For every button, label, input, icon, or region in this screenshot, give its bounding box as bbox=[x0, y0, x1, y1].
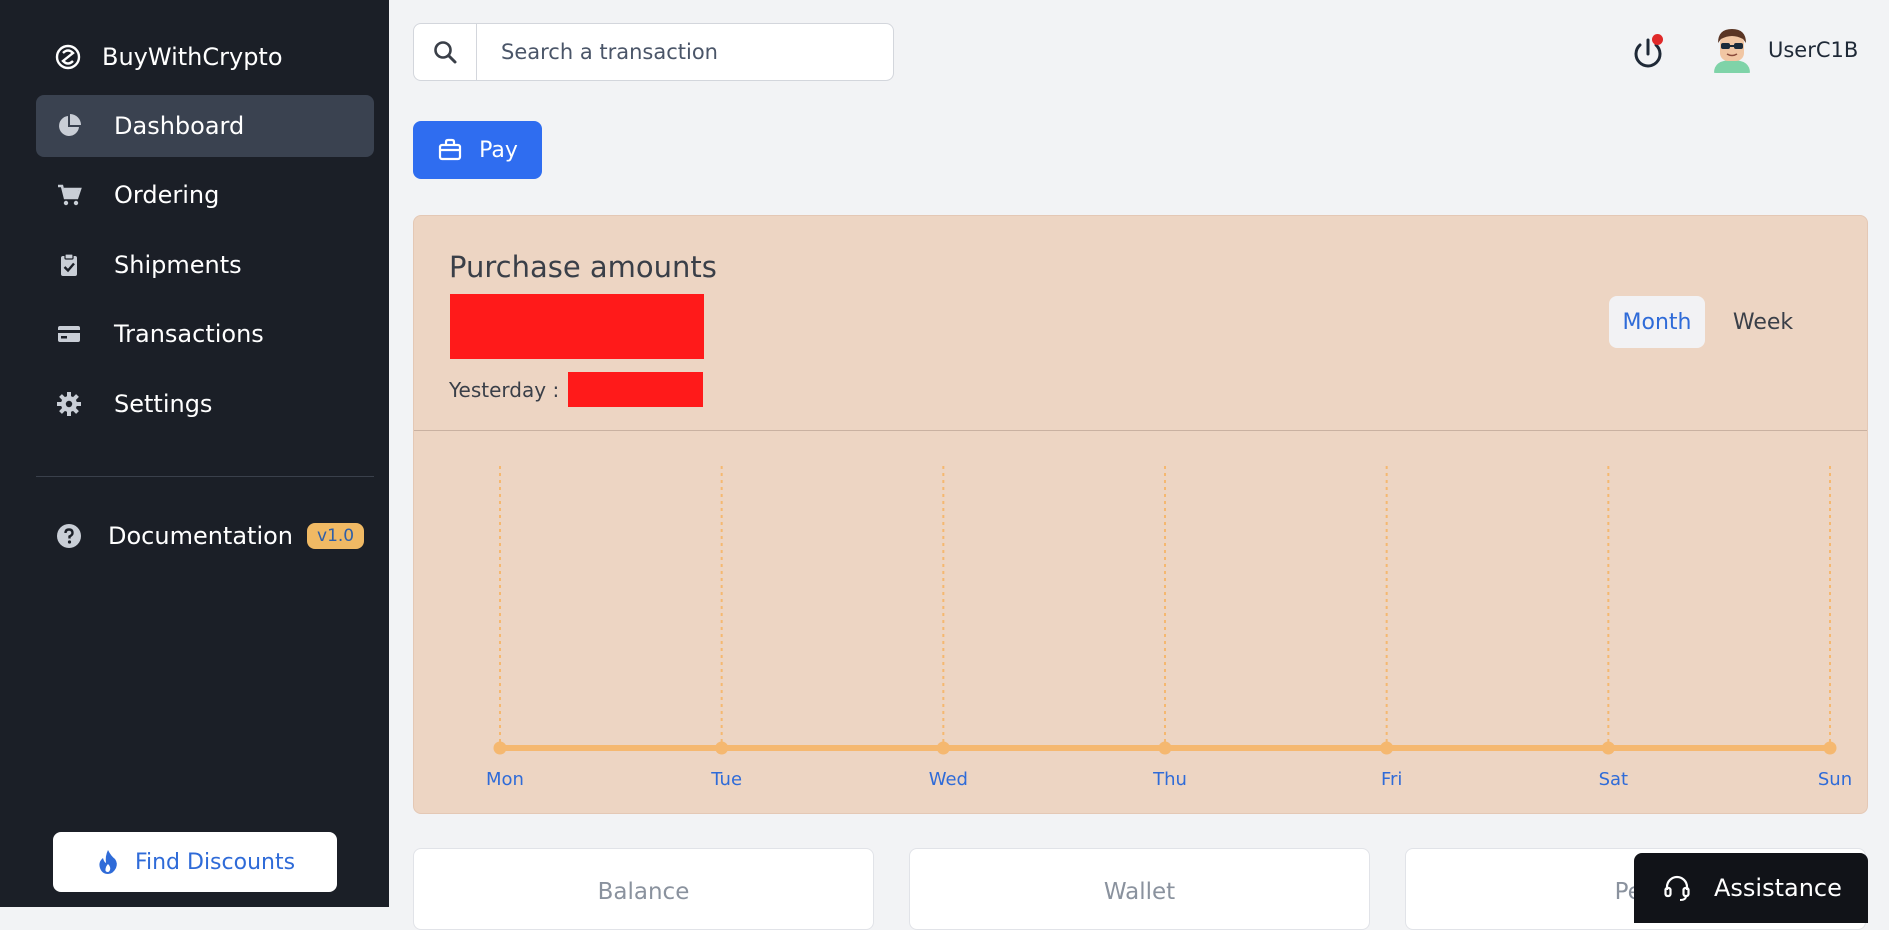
shopping-bag-icon bbox=[437, 137, 463, 163]
data-point-sat[interactable] bbox=[1601, 741, 1615, 755]
redacted-amount bbox=[450, 294, 704, 359]
fire-icon bbox=[95, 849, 121, 875]
month-toggle[interactable]: Month bbox=[1609, 296, 1705, 348]
data-point-wed[interactable] bbox=[936, 741, 950, 755]
data-point-sun[interactable] bbox=[1823, 741, 1837, 755]
documentation-label: Documentation bbox=[108, 522, 294, 550]
search-input[interactable] bbox=[499, 39, 883, 65]
sidebar-item-label: Ordering bbox=[114, 181, 220, 209]
brand[interactable]: BuyWithCrypto bbox=[54, 40, 283, 74]
summary-card-title: Balance bbox=[597, 879, 690, 905]
question-circle-icon bbox=[54, 521, 84, 551]
sidebar-item-label: Transactions bbox=[114, 320, 264, 348]
pay-button[interactable]: Pay bbox=[413, 121, 542, 179]
power-button[interactable] bbox=[1628, 34, 1668, 74]
x-tick-label: Sat bbox=[1599, 769, 1629, 790]
brand-name: BuyWithCrypto bbox=[102, 43, 283, 71]
username: UserC1B bbox=[1768, 38, 1859, 62]
headset-icon bbox=[1662, 873, 1692, 903]
pay-label: Pay bbox=[479, 137, 518, 163]
user-menu[interactable]: UserC1B bbox=[1710, 27, 1858, 73]
period-toggle: Month Week bbox=[1609, 296, 1811, 348]
find-discounts-button[interactable]: Find Discounts bbox=[53, 832, 337, 892]
clipboard-check-icon bbox=[54, 250, 84, 280]
x-tick-label: Fri bbox=[1381, 769, 1402, 790]
x-tick-label: Thu bbox=[1152, 769, 1187, 790]
data-point-fri[interactable] bbox=[1380, 741, 1394, 755]
sidebar-item-ordering[interactable]: Ordering bbox=[36, 164, 374, 226]
sidebar-divider bbox=[36, 476, 374, 477]
notification-dot bbox=[1652, 34, 1663, 45]
search-bar bbox=[413, 23, 894, 81]
data-point-tue[interactable] bbox=[715, 741, 729, 755]
redacted-yesterday-amount bbox=[568, 372, 704, 407]
purchase-amounts-card: Purchase amounts Yesterday : Month Week … bbox=[413, 215, 1868, 814]
sidebar-item-documentation[interactable]: Documentation v1.0 bbox=[54, 518, 365, 554]
sidebar-item-settings[interactable]: Settings bbox=[36, 373, 374, 435]
version-badge: v1.0 bbox=[307, 523, 365, 549]
x-tick-label: Sun bbox=[1818, 769, 1852, 790]
summary-card-title: Wallet bbox=[1103, 879, 1176, 905]
summary-card-balance[interactable]: Balance bbox=[413, 848, 874, 930]
sidebar: BuyWithCrypto Dashboard Ordering Shipmen… bbox=[0, 0, 389, 907]
sidebar-item-label: Shipments bbox=[114, 251, 242, 279]
x-tick-label: Wed bbox=[929, 769, 968, 790]
avatar bbox=[1710, 27, 1754, 73]
sidebar-item-label: Settings bbox=[114, 390, 213, 418]
search-icon[interactable] bbox=[414, 24, 477, 80]
x-tick-label: Mon bbox=[486, 769, 524, 790]
data-point-mon[interactable] bbox=[493, 741, 507, 755]
credit-card-icon bbox=[54, 319, 84, 349]
purchase-line-chart: Mon Tue Wed Thu Fri Sat Sun bbox=[486, 466, 1852, 790]
sidebar-item-dashboard[interactable]: Dashboard bbox=[36, 95, 374, 157]
find-discounts-label: Find Discounts bbox=[134, 849, 296, 875]
data-point-thu[interactable] bbox=[1158, 741, 1172, 755]
sidebar-item-transactions[interactable]: Transactions bbox=[36, 303, 374, 365]
yesterday-row: Yesterday : bbox=[449, 372, 704, 407]
card-title: Purchase amounts bbox=[449, 250, 717, 284]
assistance-label: Assistance bbox=[1714, 874, 1842, 902]
sidebar-item-shipments[interactable]: Shipments bbox=[36, 234, 374, 296]
assistance-button[interactable]: Assistance bbox=[1634, 853, 1868, 923]
pie-chart-icon bbox=[54, 111, 84, 141]
summary-card-wallet[interactable]: Wallet bbox=[909, 848, 1370, 930]
yesterday-label: Yesterday : bbox=[449, 377, 560, 402]
x-tick-label: Tue bbox=[710, 769, 742, 790]
logo-icon bbox=[54, 43, 82, 71]
gear-icon bbox=[54, 389, 84, 419]
cart-icon bbox=[54, 180, 84, 210]
sidebar-item-label: Dashboard bbox=[114, 112, 245, 140]
week-toggle[interactable]: Week bbox=[1715, 296, 1811, 348]
